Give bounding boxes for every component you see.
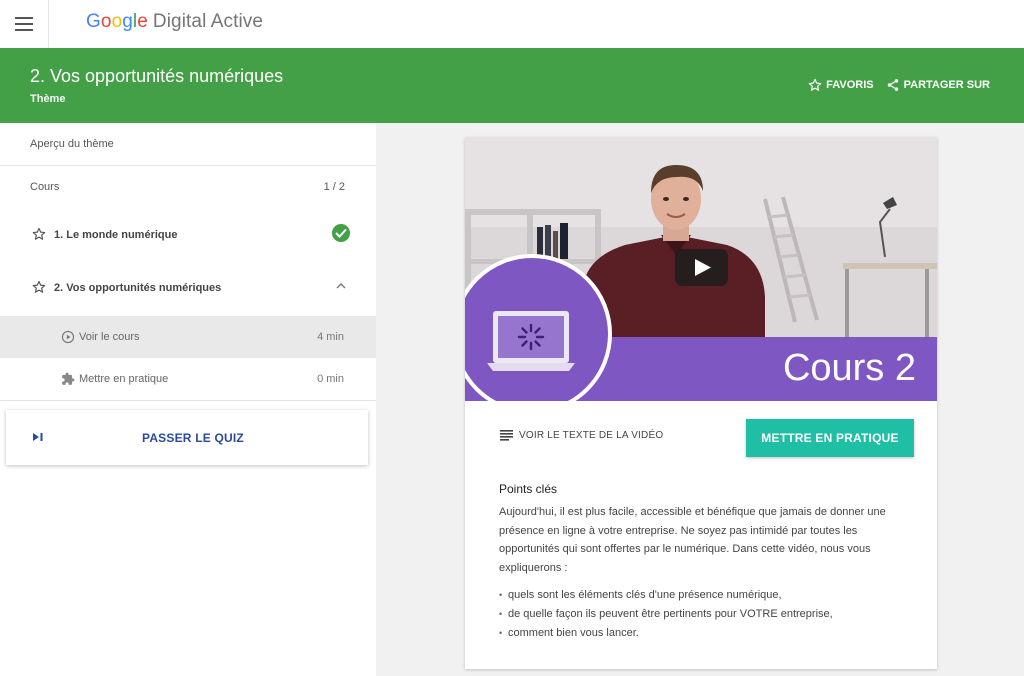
hamburger-icon: [15, 17, 33, 31]
subitem-duration: 0 min: [317, 373, 344, 385]
product-name: Digital Active: [152, 11, 264, 32]
view-transcript-link[interactable]: VOIR LE TEXTE DE LA VIDÉO: [500, 430, 663, 441]
subitem-watch-course[interactable]: Voir le cours 4 min: [0, 316, 376, 358]
share-button[interactable]: PARTAGER SUR: [886, 78, 990, 92]
puzzle-icon: [62, 372, 75, 385]
topic-header: 2. Vos opportunités numériques Thème FAV…: [0, 48, 1024, 123]
subitem-duration: 4 min: [317, 331, 344, 343]
skip-next-icon: [33, 433, 43, 441]
lesson-item[interactable]: 2. Vos opportunités numériques: [0, 263, 376, 313]
practice-button[interactable]: METTRE EN PRATIQUE: [746, 419, 914, 457]
play-circle-icon: [61, 330, 75, 344]
google-digital-active-logo[interactable]: Google Digital Active: [86, 11, 263, 33]
logo-letter: G: [86, 11, 101, 32]
star-outline-icon: [808, 78, 822, 91]
lesson-label: 1. Le monde numérique: [54, 229, 178, 241]
courses-label: Cours: [30, 181, 60, 193]
courses-header: Cours 1 / 2: [0, 166, 376, 206]
video-player[interactable]: Cours 2: [465, 137, 937, 401]
logo-letter: g: [122, 11, 133, 32]
favorites-button[interactable]: FAVORIS: [808, 78, 874, 92]
key-points-list: quels sont les éléments clés d'une prése…: [499, 586, 833, 643]
share-label: PARTAGER SUR: [903, 79, 990, 91]
menu-button[interactable]: [0, 0, 49, 48]
header-actions: FAVORIS PARTAGER SUR: [808, 78, 990, 92]
lesson-item[interactable]: 1. Le monde numérique: [0, 210, 376, 260]
check-circle-icon: [332, 224, 350, 242]
top-bar: Google Digital Active: [0, 0, 1024, 49]
topic-overview-link[interactable]: Aperçu du thème: [0, 123, 376, 166]
course-card: Cours 2 VOIR LE TEXTE DE LA VIDÉO METTRE…: [465, 137, 937, 669]
logo-letter: o: [111, 11, 123, 32]
transcript-label: VOIR LE TEXTE DE LA VIDÉO: [519, 430, 664, 441]
share-icon: [887, 79, 898, 91]
subitem-label: Mettre en pratique: [79, 373, 169, 385]
take-quiz-button[interactable]: PASSER LE QUIZ: [6, 410, 368, 465]
overview-label: Aperçu du thème: [30, 138, 114, 150]
key-points-text: Aujourd'hui, il est plus facile, accessi…: [499, 506, 886, 575]
logo-letter: e: [137, 11, 148, 32]
subitem-practice[interactable]: Mettre en pratique 0 min: [0, 358, 376, 400]
divider: [0, 400, 376, 401]
video-overlay-title: Cours 2: [782, 347, 916, 389]
star-outline-icon[interactable]: [32, 280, 46, 294]
key-points-title: Points clés: [499, 482, 558, 496]
list-item: de quelle façon ils peuvent être pertine…: [499, 605, 833, 624]
page-title: 2. Vos opportunités numériques: [30, 66, 284, 86]
logo-letter: o: [100, 11, 112, 32]
quiz-label: PASSER LE QUIZ: [142, 431, 244, 445]
subitem-label: Voir le cours: [79, 331, 140, 343]
star-outline-icon[interactable]: [32, 227, 46, 241]
chevron-up-icon[interactable]: [336, 282, 346, 290]
page-subtitle: Thème: [30, 93, 66, 105]
list-item: quels sont les éléments clés d'une prése…: [499, 586, 833, 605]
lesson-label: 2. Vos opportunités numériques: [54, 282, 222, 294]
favorites-label: FAVORIS: [826, 79, 874, 91]
sidebar: Aperçu du thème Cours 1 / 2 1. Le monde …: [0, 123, 376, 676]
courses-count: 1 / 2: [323, 181, 345, 193]
transcript-lines-icon: [500, 430, 513, 441]
list-item: comment bien vous lancer.: [499, 624, 833, 643]
